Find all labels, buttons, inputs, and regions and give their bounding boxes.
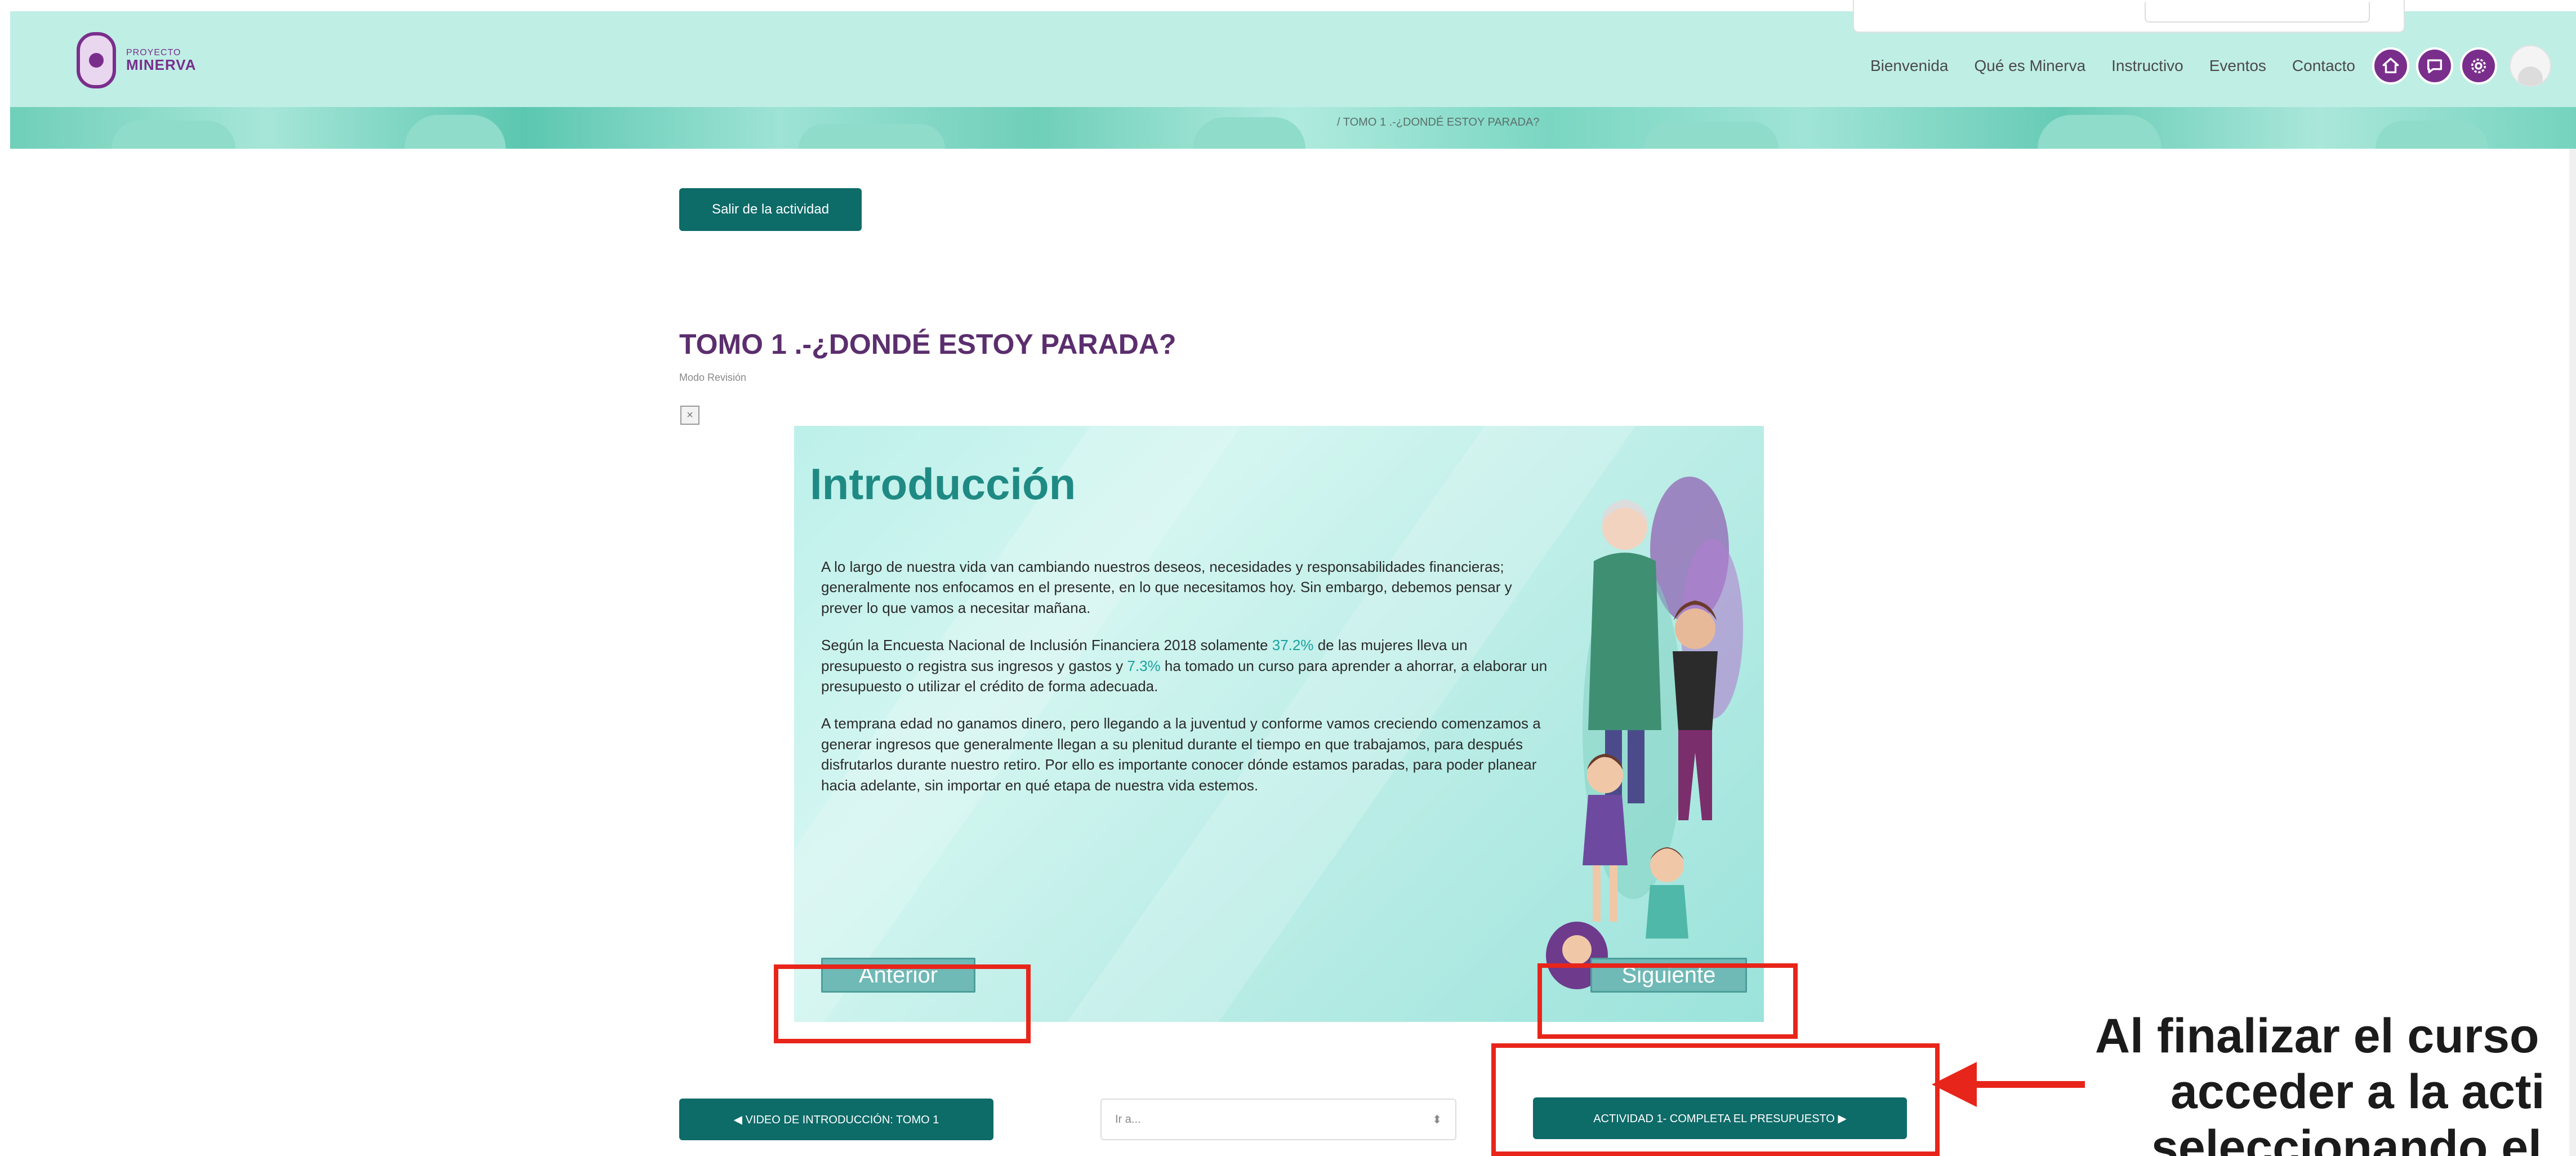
annotation-line: seleccionando el: [2151, 1120, 2542, 1156]
breadcrumb: / TOMO 1 .-¿DONDÉ ESTOY PARADA?: [1337, 116, 1540, 128]
nav-bienvenida[interactable]: Bienvenida: [1870, 57, 1949, 75]
chat-icon[interactable]: [2416, 47, 2453, 85]
jump-to-placeholder: Ir a...: [1115, 1113, 1141, 1126]
highlight-box-siguiente: [1537, 963, 1798, 1039]
lesson-slide: Introducción A lo largo de nuestra vida …: [794, 426, 1764, 1022]
decorative-shape: [112, 121, 235, 149]
decorative-shape: [1643, 122, 1779, 149]
user-avatar[interactable]: [2510, 45, 2551, 87]
home-icon[interactable]: [2372, 47, 2409, 85]
highlight-box-next-activity: [1491, 1043, 1940, 1156]
nav-que-es-minerva[interactable]: Qué es Minerva: [1975, 57, 2086, 75]
annotation-line: Al finalizar el curso: [2095, 1009, 2539, 1063]
annotation-line: acceder a la acti: [2171, 1064, 2545, 1119]
decorative-shape: [2038, 115, 2161, 149]
previous-activity-button[interactable]: ◀ VIDEO DE INTRODUCCIÓN: TOMO 1: [679, 1099, 993, 1140]
decorative-shape: [404, 115, 506, 149]
settings-icon[interactable]: [2460, 47, 2497, 85]
logo-big-text: MINERVA: [126, 56, 197, 73]
nav-contacto[interactable]: Contacto: [2292, 57, 2355, 75]
minerva-logo-icon: [77, 32, 116, 88]
slide-paragraph: Según la Encuesta Nacional de Inclusión …: [821, 637, 1548, 695]
slide-paragraph: A lo largo de nuestra vida van cambiando…: [821, 558, 1512, 616]
stat-highlight: 7.3%: [1127, 657, 1161, 674]
page-title: TOMO 1 .-¿DONDÉ ESTOY PARADA?: [679, 328, 1176, 360]
highlight-box-anterior: [774, 964, 1031, 1043]
nav-eventos[interactable]: Eventos: [2209, 57, 2266, 75]
main-nav: Bienvenida Qué es Minerva Instructivo Ev…: [1870, 45, 2576, 87]
dropdown-popup: [1853, 0, 2405, 33]
decorative-shape: [799, 124, 945, 149]
decorative-shape: [1193, 117, 1305, 149]
review-mode-label: Modo Revisión: [679, 372, 747, 383]
slide-title: Introducción: [810, 459, 1076, 509]
header-decorative-band: [10, 107, 2576, 149]
page-scrollbar[interactable]: [2569, 149, 2576, 1156]
women-illustration: [1546, 477, 1743, 989]
instruction-annotation: Al finalizar el curso acceder a la acti …: [2095, 1008, 2576, 1156]
stat-highlight: 37.2%: [1272, 637, 1314, 654]
toggle-icon[interactable]: ×: [680, 406, 699, 425]
slide-paragraph: A temprana edad no ganamos dinero, pero …: [821, 715, 1541, 794]
slide-body: A lo largo de nuestra vida van cambiando…: [821, 557, 1548, 812]
exit-activity-button[interactable]: Salir de la actividad: [679, 188, 862, 231]
annotation-arrow-icon: [1932, 1062, 2085, 1107]
decorative-shape: [2376, 121, 2488, 149]
site-logo[interactable]: PROYECTO MINERVA: [77, 29, 197, 91]
select-arrows-icon: ⬍: [1432, 1113, 1442, 1126]
nav-instructivo[interactable]: Instructivo: [2111, 57, 2183, 75]
popup-field[interactable]: [2145, 2, 2370, 23]
jump-to-select[interactable]: Ir a... ⬍: [1100, 1099, 1456, 1140]
